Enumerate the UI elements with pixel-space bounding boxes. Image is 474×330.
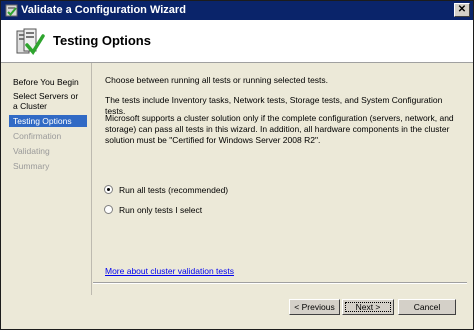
content-panel: Choose between running all tests or runn… bbox=[93, 63, 473, 295]
wizard-window: Validate a Configuration Wizard ✕ Testin… bbox=[0, 0, 474, 330]
title-bar[interactable]: Validate a Configuration Wizard ✕ bbox=[1, 1, 473, 20]
previous-button[interactable]: < Previous bbox=[289, 299, 340, 315]
step-confirmation: Confirmation bbox=[13, 131, 62, 141]
run-all-tests-radio[interactable] bbox=[104, 185, 113, 194]
step-summary: Summary bbox=[13, 161, 50, 171]
step-before-you-begin: Before You Begin bbox=[13, 77, 79, 87]
run-selected-tests-label[interactable]: Run only tests I select bbox=[119, 205, 202, 215]
close-button[interactable]: ✕ bbox=[454, 3, 470, 17]
wizard-steps: Before You Begin Select Servers or a Clu… bbox=[1, 63, 92, 295]
validate-cluster-icon bbox=[16, 28, 45, 55]
step-validating: Validating bbox=[13, 146, 50, 156]
support-info-text: Microsoft supports a cluster solution on… bbox=[105, 113, 454, 145]
cancel-button[interactable]: Cancel bbox=[398, 299, 456, 315]
intro-text: Choose between running all tests or runn… bbox=[105, 75, 329, 85]
window-title: Validate a Configuration Wizard bbox=[21, 4, 186, 16]
page-title: Testing Options bbox=[53, 33, 151, 48]
run-all-tests-label[interactable]: Run all tests (recommended) bbox=[119, 185, 228, 195]
footer-divider bbox=[93, 282, 467, 284]
step-select-servers: Select Servers or a Cluster bbox=[13, 91, 79, 111]
next-button[interactable]: Next > bbox=[342, 299, 394, 315]
wizard-header: Testing Options bbox=[1, 20, 473, 63]
radio-selected-dot bbox=[107, 188, 110, 191]
wizard-icon bbox=[5, 4, 18, 17]
validation-tests-link[interactable]: More about cluster validation tests bbox=[105, 266, 234, 276]
step-testing-options: Testing Options bbox=[9, 115, 87, 127]
run-selected-tests-radio[interactable] bbox=[104, 205, 113, 214]
